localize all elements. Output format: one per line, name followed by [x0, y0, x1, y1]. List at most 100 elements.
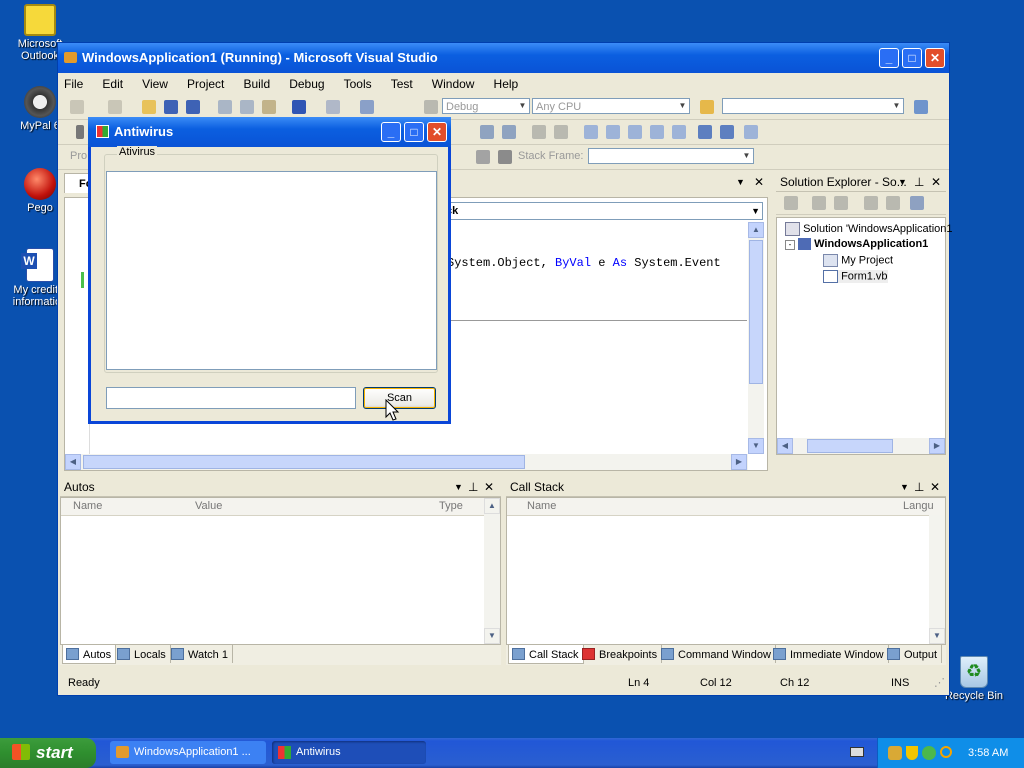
column-value[interactable]: Value — [195, 498, 222, 515]
solution-explorer-horizontal-scrollbar[interactable]: ◀ ▶ — [777, 438, 945, 454]
tray-update-icon[interactable] — [922, 746, 936, 760]
window-position-icon[interactable]: ▼ — [898, 173, 907, 191]
tab-immediate-window[interactable]: Immediate Window — [770, 645, 889, 663]
close-button[interactable]: ✕ — [427, 122, 447, 142]
tray-security-shield-icon[interactable] — [906, 746, 918, 760]
view-code-icon[interactable] — [864, 196, 878, 210]
editor-horizontal-scrollbar[interactable]: ◀ ▶ — [65, 454, 748, 470]
column-type[interactable]: Type — [439, 498, 463, 515]
toggle-filter-icon[interactable] — [498, 150, 512, 164]
add-item-icon[interactable] — [108, 100, 122, 114]
tray-search-icon[interactable] — [940, 746, 952, 758]
tree-solution[interactable]: Solution 'WindowsApplication1 — [785, 222, 953, 236]
collapse-icon[interactable]: - — [785, 240, 795, 250]
next-bookmark-icon[interactable] — [628, 125, 642, 139]
paste-icon[interactable] — [262, 100, 276, 114]
minimize-button[interactable]: _ — [879, 48, 899, 68]
scan-path-input[interactable] — [106, 387, 356, 409]
show-all-files-icon[interactable] — [812, 196, 826, 210]
tree-item-my-project[interactable]: My Project — [823, 254, 893, 267]
copy-icon[interactable] — [240, 100, 254, 114]
prev-bookmark-icon[interactable] — [606, 125, 620, 139]
next-bookmark-doc-icon[interactable] — [720, 125, 734, 139]
minimize-button[interactable]: _ — [381, 122, 401, 142]
close-button[interactable]: ✕ — [925, 48, 945, 68]
editor-vertical-scrollbar[interactable]: ▲ ▼ — [748, 222, 764, 454]
maximize-button[interactable]: □ — [902, 48, 922, 68]
comment-icon[interactable] — [532, 125, 546, 139]
uncomment-icon[interactable] — [554, 125, 568, 139]
menu-edit[interactable]: Edit — [102, 77, 123, 91]
tray-network-icon[interactable] — [888, 746, 902, 760]
window-position-icon[interactable]: ▼ — [454, 478, 463, 496]
indent-icon[interactable] — [480, 125, 494, 139]
tab-command-window[interactable]: Command Window — [658, 645, 776, 663]
save-all-icon[interactable] — [186, 100, 200, 114]
solution-config-dropdown[interactable]: Debug ▼ — [442, 98, 530, 114]
tree-item-form1[interactable]: Form1.vb — [823, 270, 888, 283]
scroll-down-button[interactable]: ▼ — [929, 628, 945, 644]
close-icon[interactable]: ✕ — [930, 478, 940, 496]
stack-frame-dropdown[interactable]: ▼ — [588, 148, 754, 164]
scroll-left-button[interactable]: ◀ — [777, 438, 793, 454]
menu-debug[interactable]: Debug — [289, 77, 324, 91]
antivirus-titlebar[interactable]: Antiwirus _ □ ✕ — [88, 117, 451, 147]
properties-icon[interactable] — [784, 196, 798, 210]
scroll-thumb[interactable] — [807, 439, 893, 453]
autos-vertical-scrollbar[interactable]: ▲ ▼ — [484, 498, 500, 644]
tab-watch-1[interactable]: Watch 1 — [168, 645, 233, 663]
find-in-files-icon[interactable] — [700, 100, 714, 114]
start-button[interactable]: start — [0, 738, 96, 768]
find-combo[interactable]: ▼ — [722, 98, 904, 114]
column-name[interactable]: Name — [73, 498, 102, 515]
tab-output[interactable]: Output — [884, 645, 943, 663]
scroll-right-button[interactable]: ▶ — [731, 454, 747, 470]
start-debug-icon[interactable] — [424, 100, 438, 114]
undo-icon[interactable] — [292, 100, 306, 114]
menu-view[interactable]: View — [142, 77, 168, 91]
save-icon[interactable] — [164, 100, 178, 114]
menu-build[interactable]: Build — [243, 77, 270, 91]
find-icon[interactable] — [914, 100, 928, 114]
bookmark-folder-icon[interactable] — [650, 125, 664, 139]
scroll-down-button[interactable]: ▼ — [748, 438, 764, 454]
open-file-icon[interactable] — [142, 100, 156, 114]
window-position-icon[interactable]: ▼ — [900, 478, 909, 496]
clear-bookmarks-icon[interactable] — [672, 125, 686, 139]
refresh-icon[interactable] — [834, 196, 848, 210]
menu-file[interactable]: File — [64, 77, 83, 91]
tab-locals[interactable]: Locals — [114, 645, 171, 663]
redo-icon[interactable] — [326, 100, 340, 114]
keyboard-icon[interactable] — [850, 747, 864, 757]
maximize-button[interactable]: □ — [404, 122, 424, 142]
scroll-up-button[interactable]: ▲ — [748, 222, 764, 238]
menu-window[interactable]: Window — [432, 77, 475, 91]
filter-icon[interactable] — [476, 150, 490, 164]
menu-test[interactable]: Test — [391, 77, 413, 91]
new-project-icon[interactable] — [70, 100, 84, 114]
cut-icon[interactable] — [218, 100, 232, 114]
scroll-thumb[interactable] — [749, 240, 763, 384]
scroll-up-button[interactable]: ▲ — [484, 498, 500, 514]
tab-dropdown-icon[interactable]: ▼ — [736, 177, 745, 187]
navigate-icon[interactable] — [360, 100, 374, 114]
scroll-left-button[interactable]: ◀ — [65, 454, 81, 470]
tab-autos[interactable]: Autos — [62, 645, 117, 664]
clock[interactable]: 3:58 AM — [968, 738, 1008, 768]
call-stack-vertical-scrollbar[interactable]: ▼ — [929, 515, 945, 644]
close-icon[interactable]: ✕ — [931, 173, 941, 191]
scroll-thumb[interactable] — [83, 455, 525, 469]
column-name[interactable]: Name — [527, 498, 556, 515]
close-editor-icon[interactable]: ✕ — [754, 175, 764, 189]
solution-platform-dropdown[interactable]: Any CPU ▼ — [532, 98, 690, 114]
tab-call-stack[interactable]: Call Stack — [508, 645, 584, 664]
column-language[interactable]: Langu — [903, 498, 934, 515]
menu-help[interactable]: Help — [494, 77, 519, 91]
taskbar-item-antiwirus[interactable]: Antiwirus — [272, 741, 426, 764]
vs-titlebar[interactable]: WindowsApplication1 (Running) - Microsof… — [58, 43, 949, 73]
continue-icon[interactable] — [76, 125, 84, 139]
class-diagram-icon[interactable] — [910, 196, 924, 210]
pin-icon[interactable]: ⊥ — [468, 478, 478, 496]
clear-all-bookmarks-icon[interactable] — [744, 125, 758, 139]
menu-tools[interactable]: Tools — [344, 77, 372, 91]
